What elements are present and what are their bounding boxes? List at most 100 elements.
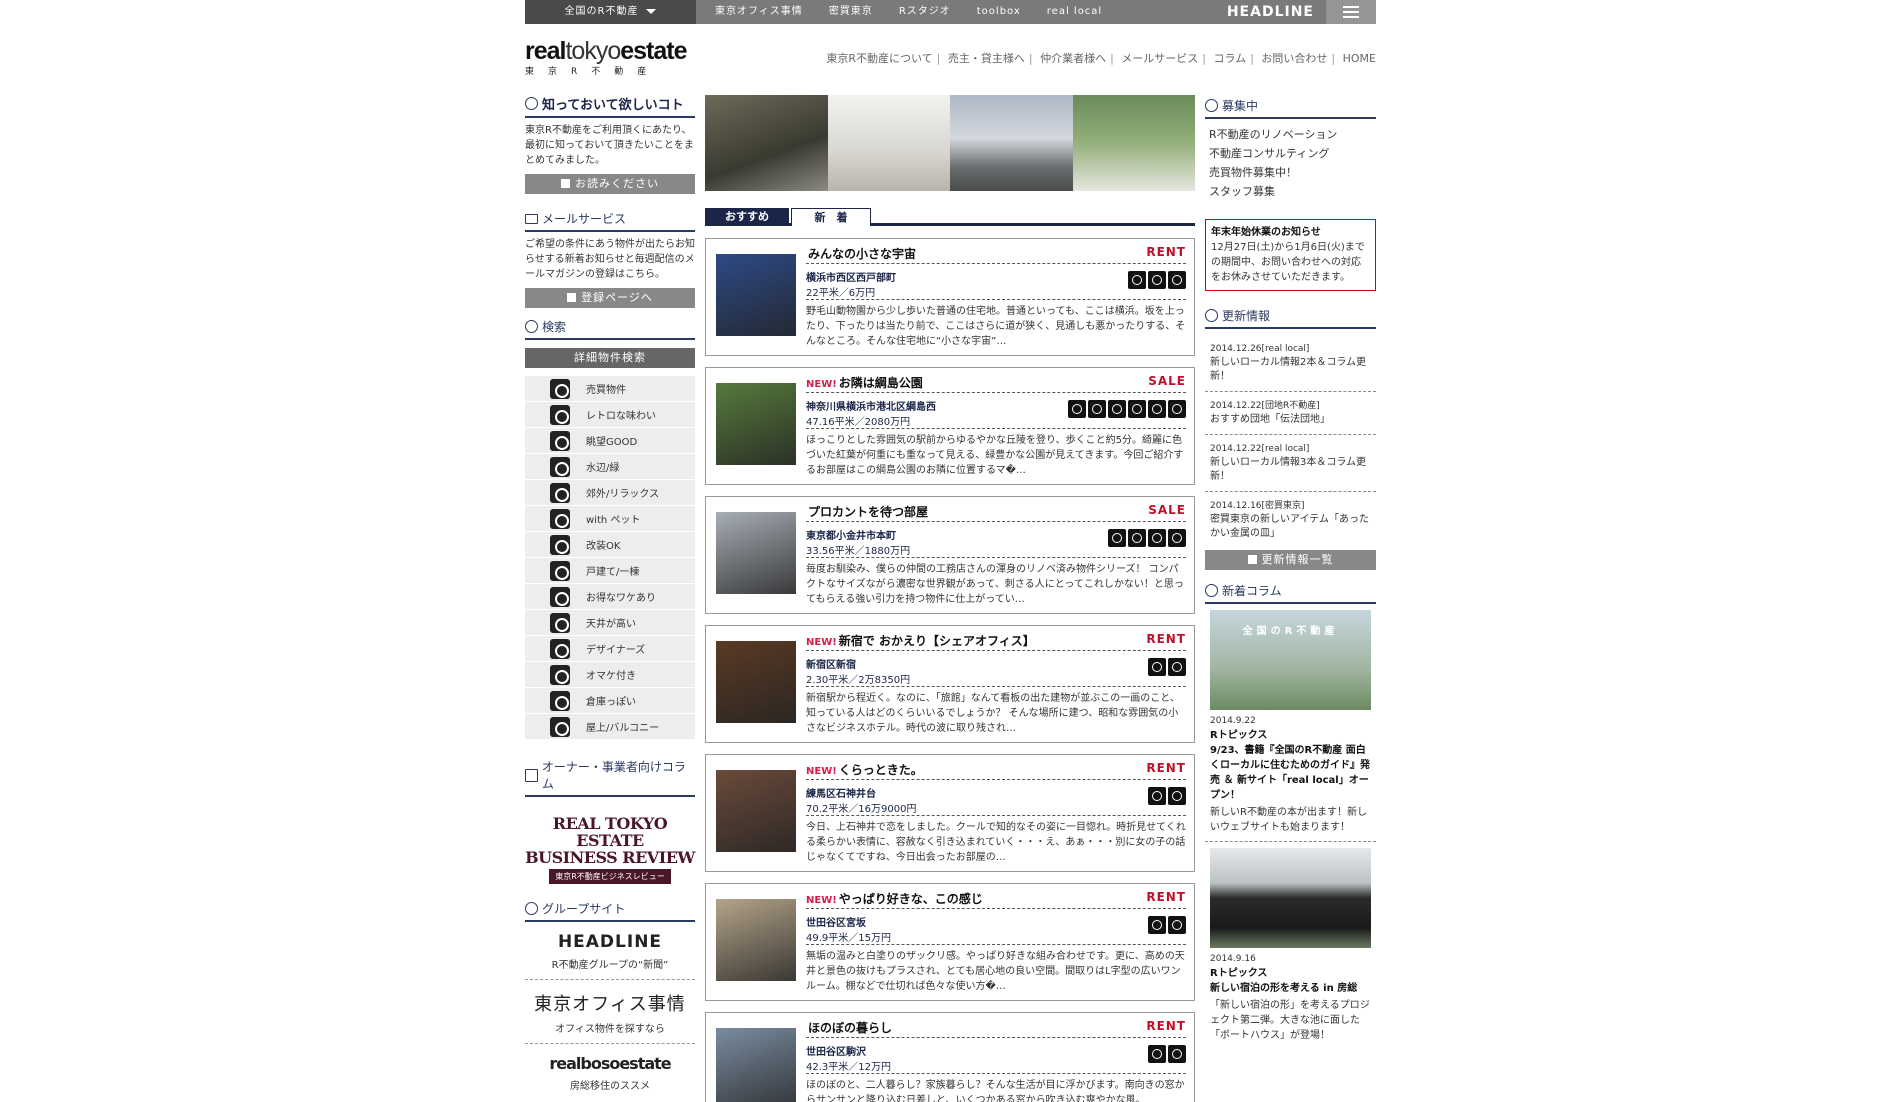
listing-price: 49.9平米／15万円 — [806, 933, 891, 944]
register-button[interactable]: 登録ページへ — [525, 288, 695, 308]
category-item[interactable]: 戸建て/一棟 — [525, 558, 695, 584]
listing-thumb[interactable] — [716, 512, 796, 594]
listing-card[interactable]: ほのぼの暮らし RENT 世田谷区駒沢 42.3平米／12万円 ほのぼのと、二人暮らし？… — [705, 1012, 1195, 1102]
gnav-column[interactable]: コラム — [1214, 52, 1247, 65]
listing-location: 世田谷区宮坂 — [806, 918, 866, 929]
group-site-boso[interactable]: realbosoestate 房総移住のススメ — [525, 1044, 695, 1100]
listing-location: 東京都小金井市本町 — [806, 531, 896, 542]
gnav-mail[interactable]: メールサービス — [1121, 52, 1198, 65]
listing-title[interactable]: みんなの小さな宇宙 — [806, 245, 916, 262]
top-link-rstudio[interactable]: Rスタジオ — [899, 0, 951, 24]
tab-recommend[interactable]: おすすめ — [705, 208, 789, 226]
category-item[interactable]: 天井が高い — [525, 610, 695, 636]
listing-title[interactable]: NEW! くらっときた。 — [806, 761, 923, 778]
listing-title[interactable]: NEW! やっぱり好きな、この感じ — [806, 890, 983, 907]
category-item[interactable]: レトロな味わい — [525, 402, 695, 428]
recruit-link[interactable]: スタッフ募集 — [1209, 182, 1372, 201]
gnav-about[interactable]: 東京R不動産について — [826, 52, 932, 65]
update-date: 2014.12.26[real local] — [1210, 344, 1310, 354]
menu-icon[interactable] — [1326, 0, 1376, 24]
listing-location: 横浜市西区西戸部町 — [806, 273, 896, 284]
listing-card[interactable]: NEW! くらっときた。 RENT 練馬区石神井台 70.2平米／16万9000円 今日、… — [705, 754, 1195, 872]
category-item[interactable]: 屋上/バルコニー — [525, 714, 695, 740]
mail-text: ご希望の条件にあう物件が出たらお知らせする新着お知らせと毎週配信のメールマガジン… — [525, 239, 695, 280]
category-list: 売買物件 レトロな味わい 眺望GOOD 水辺/緑 郊外/リラックス with ペ… — [525, 376, 695, 740]
column-item[interactable]: 全国のR不動産 2014.9.22 Rトピックス 9/23、書籍『全国のR不動産… — [1205, 610, 1376, 842]
listing-thumb[interactable] — [716, 254, 796, 336]
top-link-reallocal[interactable]: real local — [1047, 0, 1102, 24]
category-item[interactable]: 売買物件 — [525, 376, 695, 402]
update-item[interactable]: 2014.12.16[密買東京] 密買東京の新しいアイテム「あったかい金属の皿」 — [1205, 492, 1376, 548]
gnav-owners[interactable]: 売主・貸主様へ — [948, 52, 1025, 65]
read-button[interactable]: お読みください — [525, 174, 695, 194]
listing-title[interactable]: NEW! お隣は綱島公園 — [806, 374, 923, 391]
top-link-office[interactable]: 東京オフィス事情 — [715, 0, 803, 24]
group-name: 東京オフィス事情 — [534, 994, 686, 1015]
group-site-office[interactable]: 東京オフィス事情 オフィス物件を探すなら — [525, 980, 695, 1044]
top-link-toolbox[interactable]: toolbox — [977, 0, 1021, 24]
category-item[interactable]: with ペット — [525, 506, 695, 532]
listing-title[interactable]: NEW! 新宿で おかえり【シェアオフィス】 — [806, 632, 1035, 649]
feature-icon — [1168, 916, 1186, 934]
recruit-link[interactable]: 売買物件募集中！ — [1209, 163, 1372, 182]
category-item[interactable]: 改装OK — [525, 532, 695, 558]
listing-kind: RENT — [1146, 761, 1186, 775]
recruit-link[interactable]: R不動産のリノベーション — [1209, 125, 1372, 144]
listing-thumb[interactable] — [716, 1028, 796, 1102]
feature-icon — [1068, 400, 1086, 418]
group-site-headline[interactable]: HEADLINE R不動産グループの“新聞” — [525, 922, 695, 980]
category-icon — [550, 378, 570, 399]
site-logo[interactable]: realtokyoestate 東京R不動産 — [525, 38, 700, 77]
listing-card[interactable]: NEW! 新宿で おかえり【シェアオフィス】 RENT 新宿区新宿 2.30平米／2万8… — [705, 625, 1195, 743]
feature-icon — [1128, 400, 1146, 418]
feature-icon — [1108, 529, 1126, 547]
update-item[interactable]: 2014.12.22[団地R不動産] おすすめ団地「伝法団地」 — [1205, 392, 1376, 435]
hero-images[interactable] — [705, 95, 1195, 191]
gnav-agents[interactable]: 仲介業者様へ — [1040, 52, 1106, 65]
business-review-banner[interactable]: REAL TOKYO ESTATE BUSINESS REVIEW 東京R不動産… — [525, 809, 695, 890]
listing-kind: SALE — [1148, 374, 1186, 388]
tab-new[interactable]: 新 着 — [791, 208, 871, 226]
region-dropdown[interactable]: 全国のR不動産 — [525, 0, 696, 24]
detail-search-button[interactable]: 詳細物件検索 — [525, 348, 695, 368]
listing-card[interactable]: NEW! お隣は綱島公園 SALE 神奈川県横浜市港北区綱島西 47.16平米／2080… — [705, 367, 1195, 485]
category-icon — [550, 690, 570, 711]
category-item[interactable]: お得なワケあり — [525, 584, 695, 610]
listing-thumb[interactable] — [716, 899, 796, 981]
category-item[interactable]: 倉庫っぽい — [525, 688, 695, 714]
category-item[interactable]: デザイナーズ — [525, 636, 695, 662]
listing-thumb[interactable] — [716, 641, 796, 723]
update-item[interactable]: 2014.12.26[real local] 新しいローカル情報2本＆コラム更新！ — [1205, 335, 1376, 392]
listing-card[interactable]: プロカントを待つ部屋 SALE 東京都小金井市本町 33.56平米／1880万円 毎度お… — [705, 496, 1195, 614]
category-item[interactable]: 郊外/リラックス — [525, 480, 695, 506]
listing-title[interactable]: ほのぼの暮らし — [806, 1019, 892, 1036]
gnav-contact[interactable]: お問い合わせ — [1261, 52, 1327, 65]
update-item[interactable]: 2014.12.22[real local] 新しいローカル情報3本＆コラム更新！ — [1205, 435, 1376, 492]
recruit-link[interactable]: 不動産コンサルティング — [1209, 144, 1372, 163]
feature-icon — [1168, 787, 1186, 805]
column-item[interactable]: 2014.9.16 Rトピックス 新しい宿泊の形を考える in 房総 「新しい宿… — [1205, 848, 1376, 1043]
update-list-button[interactable]: 更新情報一覧 — [1205, 550, 1376, 570]
top-bar-inner: 全国のR不動産 東京オフィス事情 密買東京 Rスタジオ toolbox real… — [525, 0, 1376, 24]
listing-kind: RENT — [1146, 890, 1186, 904]
headline-link[interactable]: HEADLINE — [1227, 0, 1314, 24]
gnav-home[interactable]: HOME — [1343, 52, 1376, 65]
group-name: realbosoestate — [549, 1054, 671, 1073]
category-icon — [550, 534, 570, 555]
know-text: 東京R不動産をご利用頂くにあたり、最初に知っておいて頂きたいことをまとめてみまし… — [525, 125, 694, 166]
listing-thumb[interactable] — [716, 383, 796, 465]
listing-card[interactable]: みんなの小さな宇宙 RENT 横浜市西区西戸部町 22平米／6万円 野毛山動物園から少し… — [705, 238, 1195, 356]
holiday-notice: 年末年始休業のお知らせ 12月27日(土)から1月6日(火)までの期間中、お問い… — [1205, 219, 1376, 291]
listing-title[interactable]: プロカントを待つ部屋 — [806, 503, 928, 520]
logo-sub: 東京R不動産 — [525, 67, 661, 77]
listing-thumb[interactable] — [716, 770, 796, 852]
category-item[interactable]: 眺望GOOD — [525, 428, 695, 454]
hero-image — [827, 95, 950, 191]
feature-icon — [1148, 787, 1166, 805]
category-item[interactable]: 水辺/緑 — [525, 454, 695, 480]
speech-icon — [1205, 99, 1218, 112]
listing-card[interactable]: NEW! やっぱり好きな、この感じ RENT 世田谷区宮坂 49.9平米／15万円 無垢の… — [705, 883, 1195, 1001]
hero-image — [950, 95, 1073, 191]
top-link-mitsubai[interactable]: 密買東京 — [829, 0, 873, 24]
category-item[interactable]: オマケ付き — [525, 662, 695, 688]
